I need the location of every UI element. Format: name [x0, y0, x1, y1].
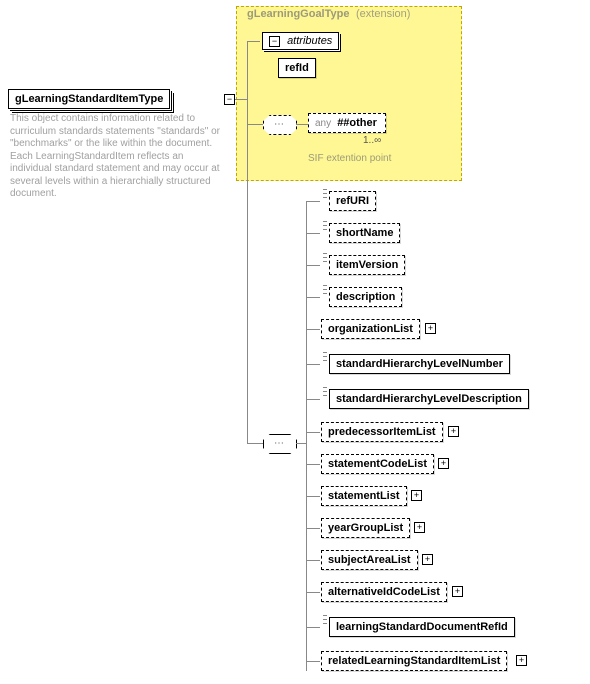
node-relatedLearningStandardItemList: relatedLearningStandardItemList — [321, 651, 507, 671]
node-alternativeIdCodeList: alternativeIdCodeList — [321, 582, 447, 602]
node-refURI: refURI — [329, 191, 376, 211]
root-expander-icon: − — [224, 94, 235, 105]
collapse-icon: − — [269, 36, 280, 47]
sif-note: SIF extention point — [308, 153, 391, 164]
any-other-node: any ##other — [308, 113, 386, 133]
expand-organizationList: + — [425, 323, 436, 334]
expand-statementList: + — [411, 490, 422, 501]
expand-relatedLearningStandardItemList: + — [516, 655, 527, 666]
expand-alternativeIdCodeList: + — [452, 586, 463, 597]
expand-predecessorItemList: + — [448, 426, 459, 437]
children-spine — [306, 201, 307, 671]
any-prefix: any — [315, 118, 331, 129]
attributes-label: attributes — [287, 35, 332, 47]
node-standardHierarchyLevelDescription: standardHierarchyLevelDescription — [329, 389, 529, 409]
extension-subtitle: (extension) — [356, 8, 410, 20]
expand-statementCodeList: + — [438, 458, 449, 469]
sequence-compositor-optional: ⋯ — [263, 115, 297, 135]
diagram-canvas: gLearningGoalType (extension) − attribut… — [0, 0, 590, 684]
node-predecessorItemList: predecessorItemList — [321, 422, 443, 442]
node-yearGroupList: yearGroupList — [321, 518, 410, 538]
node-standardHierarchyLevelNumber: standardHierarchyLevelNumber — [329, 354, 510, 374]
sequence-compositor-main: ⋯ — [263, 434, 297, 454]
node-statementCodeList: statementCodeList — [321, 454, 434, 474]
node-organizationList: organizationList — [321, 319, 420, 339]
node-itemVersion: itemVersion — [329, 255, 405, 275]
node-subjectAreaList: subjectAreaList — [321, 550, 418, 570]
any-cardinality: 1..∞ — [363, 135, 381, 146]
node-description: description — [329, 287, 402, 307]
expand-yearGroupList: + — [414, 522, 425, 533]
attr-refId: refId — [278, 58, 316, 78]
attributes-box: − attributes — [262, 32, 339, 50]
extension-title: gLearningGoalType — [247, 8, 349, 20]
root-description: This object contains information related… — [10, 113, 220, 201]
expand-subjectAreaList: + — [422, 554, 433, 565]
node-learningStandardDocumentRefId: learningStandardDocumentRefId — [329, 617, 515, 637]
node-shortName: shortName — [329, 223, 400, 243]
root-element: gLearningStandardItemType — [8, 89, 170, 109]
any-value: ##other — [337, 117, 377, 129]
node-statementList: statementList — [321, 486, 407, 506]
